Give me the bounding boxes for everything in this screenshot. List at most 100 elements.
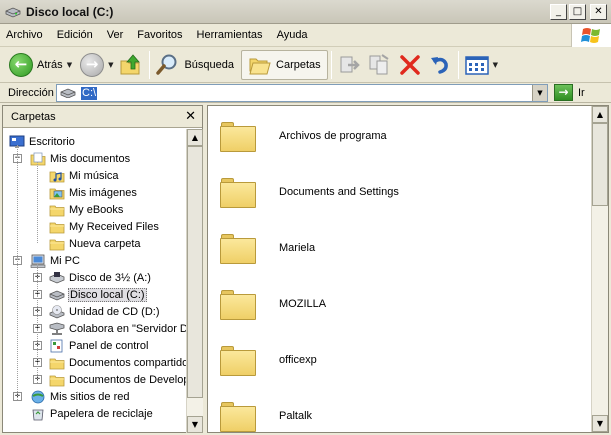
address-input[interactable]: C:\ ▼ [56, 84, 548, 102]
tree-item[interactable]: Panel de control [49, 337, 150, 354]
tree-item[interactable]: Escritorio [9, 133, 76, 150]
views-button[interactable]: ▼ [462, 50, 501, 80]
address-dropdown-icon[interactable]: ▼ [532, 85, 547, 101]
network-places-icon [30, 390, 46, 404]
folders-icon [248, 53, 272, 77]
files-scrollbar[interactable]: ▲ ▼ [591, 106, 608, 432]
tree-connector-line [37, 264, 38, 383]
forward-button[interactable]: → ▼ [77, 50, 116, 80]
tree-item[interactable]: Documentos de Develope [49, 371, 187, 388]
tree-item[interactable]: My eBooks [49, 201, 124, 218]
tree-item[interactable]: Disco de 3½ (A:) [49, 269, 152, 286]
file-list-item[interactable]: MOZILLA [220, 282, 326, 326]
address-bar: Dirección C:\ ▼ → Ir [0, 83, 611, 103]
copy-to-button[interactable] [365, 50, 395, 80]
views-dropdown-icon[interactable]: ▼ [493, 61, 498, 69]
folder-icon [220, 120, 256, 152]
scroll-down-icon[interactable]: ▼ [592, 415, 608, 432]
scroll-up-icon[interactable]: ▲ [592, 106, 608, 123]
folder-icon [49, 373, 65, 387]
control-panel-icon [49, 339, 65, 353]
folders-pane-header: Carpetas ✕ [3, 106, 202, 128]
go-button[interactable]: → Ir [554, 84, 585, 101]
delete-button[interactable] [395, 50, 425, 80]
floppy-drive-icon [49, 271, 65, 285]
address-value: C:\ [81, 86, 98, 100]
back-label: Atrás [37, 58, 63, 71]
file-name: Mariela [279, 242, 316, 254]
folder-icon [49, 203, 65, 217]
folder-tree: Escritorio Mis documentos − Mi música Mis im… [3, 129, 187, 434]
menu-favoritos[interactable]: Favoritos [130, 24, 189, 46]
toolbar-separator [149, 50, 151, 79]
window-title: Disco local (C:) [26, 4, 114, 19]
tree-item-label: My Received Files [69, 220, 159, 233]
tree-item-label: Mis imágenes [69, 186, 137, 199]
title-bar[interactable]: Disco local (C:) _ □ ✕ [0, 0, 611, 24]
tree-item[interactable]: Unidad de CD (D:) [49, 303, 160, 320]
tree-item[interactable]: Disco local (C:) [49, 286, 147, 303]
folders-button[interactable]: Carpetas [241, 49, 328, 80]
minimize-button[interactable]: _ [550, 4, 567, 20]
forward-arrow-icon: → [80, 52, 105, 77]
undo-icon [428, 53, 452, 77]
scroll-down-icon[interactable]: ▼ [187, 416, 203, 433]
tree-item[interactable]: Nueva carpeta [49, 235, 142, 252]
tree-item-label: Mis sitios de red [50, 390, 130, 403]
toolbar-separator [330, 50, 332, 79]
file-list-item[interactable]: Mariela [220, 226, 315, 270]
tree-item-label: Papelera de reciclaje [50, 407, 153, 420]
tree-item[interactable]: My Received Files [49, 218, 160, 235]
close-button[interactable]: ✕ [590, 4, 607, 20]
menu-ayuda[interactable]: Ayuda [270, 24, 315, 46]
file-list-item[interactable]: Archivos de programa [220, 114, 387, 158]
folders-label: Carpetas [276, 58, 321, 71]
back-button[interactable]: ← Atrás ▼ [6, 50, 75, 80]
menu-ver[interactable]: Ver [100, 24, 131, 46]
up-folder-button[interactable] [116, 50, 146, 80]
folder-icon [49, 356, 65, 370]
menu-herramientas[interactable]: Herramientas [190, 24, 270, 46]
tree-item-label: Panel de control [69, 339, 149, 352]
tree-item-label: Mi música [69, 169, 119, 182]
back-dropdown-icon[interactable]: ▼ [67, 61, 72, 69]
copy-to-icon [368, 53, 392, 77]
file-list-item[interactable]: Documents and Settings [220, 170, 399, 214]
scroll-up-icon[interactable]: ▲ [187, 129, 203, 146]
tree-item[interactable]: Papelera de reciclaje [30, 405, 154, 422]
undo-button[interactable] [425, 50, 455, 80]
tree-item-label: Nueva carpeta [69, 237, 141, 250]
file-list-item[interactable]: officexp [220, 338, 317, 382]
tree-item-label: Disco local (C:) [68, 287, 147, 302]
file-name: officexp [279, 354, 317, 366]
tree-item[interactable]: Documentos compartidos [49, 354, 187, 371]
delete-icon [398, 53, 422, 77]
scroll-thumb[interactable] [592, 123, 608, 206]
tree-item-label: Escritorio [29, 135, 75, 148]
maximize-button[interactable]: □ [569, 4, 586, 20]
hard-drive-icon [49, 288, 65, 302]
hard-drive-icon [5, 5, 21, 19]
file-list-item[interactable]: Paltalk [220, 394, 313, 432]
tree-scrollbar[interactable]: ▲ ▼ [186, 129, 203, 433]
search-button[interactable]: Búsqueda [153, 50, 237, 80]
toolbar: ← Atrás ▼ → ▼ Búsqueda Carpetas ▼ [0, 47, 611, 83]
tree-item[interactable]: Mis documentos [30, 150, 131, 167]
go-arrow-icon: → [554, 84, 573, 101]
scroll-thumb[interactable] [187, 146, 203, 398]
folder-icon [220, 344, 256, 376]
tree-item[interactable]: Colabora en "Servidor Da [49, 320, 187, 337]
tree-connector-line [17, 145, 18, 400]
network-drive-icon [49, 322, 65, 336]
move-to-button[interactable] [335, 50, 365, 80]
tree-item[interactable]: Mi música [49, 167, 120, 184]
tree-item[interactable]: Mis imágenes [49, 184, 138, 201]
close-pane-icon[interactable]: ✕ [185, 109, 196, 124]
tree-item[interactable]: Mis sitios de red [30, 388, 130, 405]
file-name: MOZILLA [279, 298, 327, 310]
menu-edicion[interactable]: Edición [50, 24, 100, 46]
tree-item-label: My eBooks [69, 203, 124, 216]
menu-archivo[interactable]: Archivo [0, 24, 50, 46]
file-name: Paltalk [279, 410, 313, 422]
forward-dropdown-icon[interactable]: ▼ [108, 61, 113, 69]
